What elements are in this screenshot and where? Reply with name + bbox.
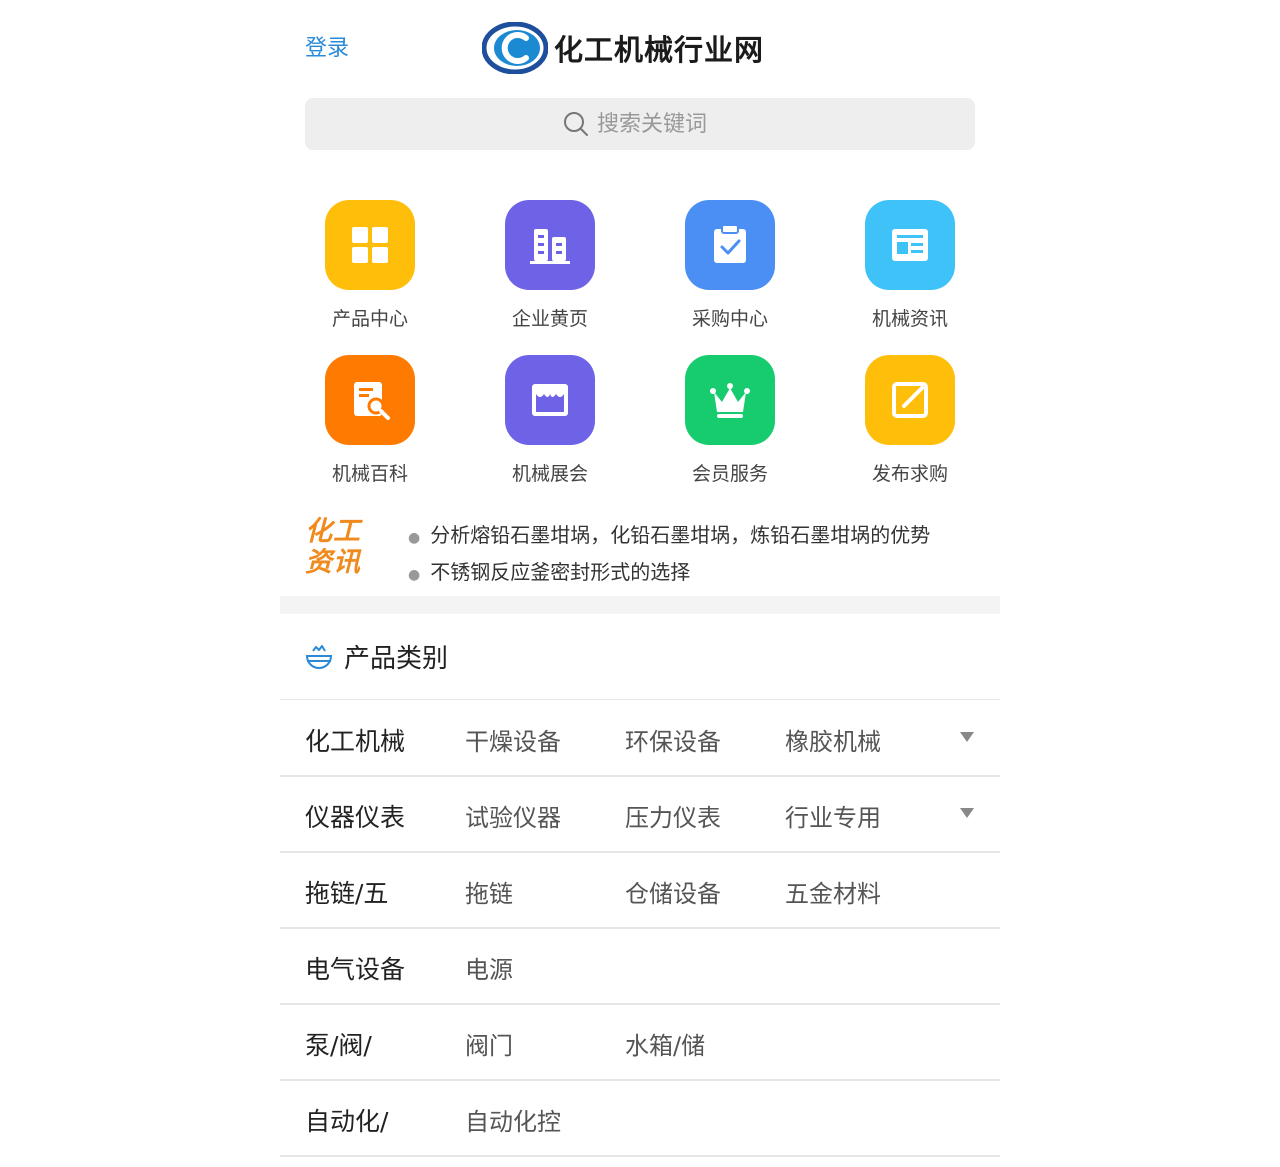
nav-tile: [325, 355, 415, 445]
news-badge-line: 资讯: [305, 547, 361, 578]
search-icon: [564, 112, 588, 136]
nav-item-label: 发布求购: [871, 463, 948, 485]
search-input[interactable]: [597, 111, 717, 137]
category-main[interactable]: 泵/阀/: [305, 1026, 372, 1062]
page: 登录 化工机械行业网 搜索关键词 产品中心 企业黄页 采购中心 机械资讯 机械百…: [280, 0, 1000, 1167]
nav-item-machinery-news[interactable]: 机械资讯: [820, 200, 1000, 331]
category-sub[interactable]: 拖链: [465, 874, 513, 909]
category-row: 泵/阀/ 阀门 水箱/储: [280, 1004, 1000, 1081]
news-icon: [892, 229, 928, 261]
clipboard-check-icon: [714, 224, 746, 263]
category-main[interactable]: 化工机械: [305, 722, 405, 758]
category-sub[interactable]: 干燥设备: [465, 722, 561, 757]
category-main[interactable]: 电气设备: [305, 950, 405, 986]
category-row: 仪器仪表 试验仪器 压力仪表 行业专用: [280, 776, 1000, 853]
category-main[interactable]: 自动化/: [305, 1102, 388, 1138]
category-sub[interactable]: 五金材料: [785, 874, 881, 909]
nav-tile: [865, 355, 955, 445]
document-search-icon: [354, 382, 390, 420]
nav-item-label: 机械展会: [511, 463, 588, 485]
nav-item-label: 会员服务: [691, 463, 768, 485]
nav-item-machinery-wiki[interactable]: 机械百科: [280, 355, 460, 486]
search-bar[interactable]: [305, 98, 975, 150]
news-item[interactable]: ● 不锈钢反应釜密封形式的选择: [408, 555, 978, 592]
nav-tile: [505, 200, 595, 290]
category-sub[interactable]: 行业专用: [785, 798, 881, 833]
nav-item-label: 机械资讯: [871, 308, 948, 330]
category-row: 化工机械 干燥设备 环保设备 橡胶机械: [280, 700, 1000, 777]
category-sub[interactable]: 电源: [465, 950, 513, 985]
nav-item-purchase-center[interactable]: 采购中心: [640, 200, 820, 331]
news-ticker: 化工 资讯 ● 分析熔铅石墨坩埚，化铅石墨坩埚，炼铅石墨坩埚的优势 ● 不锈钢反应釜…: [280, 510, 1000, 596]
news-list: ● 分析熔铅石墨坩埚，化铅石墨坩埚，炼铅石墨坩埚的优势 ● 不锈钢反应釜密封形式的选…: [408, 518, 978, 592]
building-icon: [530, 229, 570, 264]
nav-item-label: 机械百科: [331, 463, 408, 485]
nav-tile: [685, 355, 775, 445]
category-row: 自动化/ 自动化控: [280, 1080, 1000, 1157]
nav-tile: [865, 200, 955, 290]
nav-item-label: 产品中心: [331, 308, 408, 330]
news-badge-line: 化工: [305, 516, 361, 547]
news-item-title: 分析熔铅石墨坩埚，化铅石墨坩埚，炼铅石墨坩埚的优势: [430, 523, 931, 547]
edit-icon: [892, 382, 928, 418]
category-sub[interactable]: 试验仪器: [465, 798, 561, 833]
news-badge: 化工 资讯: [305, 516, 369, 578]
category-main[interactable]: 仪器仪表: [305, 798, 405, 834]
nav-tile: [505, 355, 595, 445]
bowl-icon: [305, 644, 333, 669]
grid-icon: [352, 227, 388, 263]
bullet-icon: ●: [408, 567, 421, 583]
chevron-down-icon[interactable]: [960, 732, 974, 742]
storefront-icon: [532, 384, 568, 416]
category-sub[interactable]: 自动化控: [465, 1102, 561, 1137]
bullet-icon: ●: [408, 530, 421, 546]
category-sub[interactable]: 压力仪表: [625, 798, 721, 833]
header: 登录 化工机械行业网: [280, 0, 1000, 95]
category-row: 拖链/五 拖链 仓储设备 五金材料: [280, 852, 1000, 929]
nav-item-label: 企业黄页: [511, 308, 588, 330]
category-header: 产品类别: [280, 614, 1000, 700]
news-item-title: 不锈钢反应釜密封形式的选择: [430, 560, 691, 584]
site-name: 化工机械行业网: [554, 33, 765, 67]
nav-item-product-center[interactable]: 产品中心: [280, 200, 460, 331]
category-sub[interactable]: 橡胶机械: [785, 722, 881, 757]
nav-item-post-purchase[interactable]: 发布求购: [820, 355, 1000, 486]
nav-tile: [325, 200, 415, 290]
logo-icon: [482, 22, 548, 74]
category-sub[interactable]: 环保设备: [625, 722, 721, 757]
category-sub[interactable]: 仓储设备: [625, 874, 721, 909]
nav-item-company-pages[interactable]: 企业黄页: [460, 200, 640, 331]
nav-item-machinery-expo[interactable]: 机械展会: [460, 355, 640, 486]
login-link[interactable]: 登录: [305, 30, 349, 62]
category-main[interactable]: 拖链/五: [305, 874, 388, 910]
nav-item-label: 采购中心: [691, 308, 768, 330]
category-row: 电气设备 电源: [280, 928, 1000, 1005]
category-sub[interactable]: 阀门: [465, 1026, 513, 1061]
nav-tile: [685, 200, 775, 290]
chevron-down-icon[interactable]: [960, 808, 974, 818]
crown-icon: [710, 383, 750, 418]
section-divider: [280, 596, 1000, 614]
category-sub[interactable]: 水箱/储: [625, 1026, 705, 1061]
category-title: 产品类别: [344, 644, 449, 674]
site-logo[interactable]: 化工机械行业网: [482, 22, 764, 74]
news-item[interactable]: ● 分析熔铅石墨坩埚，化铅石墨坩埚，炼铅石墨坩埚的优势: [408, 518, 978, 555]
nav-item-member-service[interactable]: 会员服务: [640, 355, 820, 486]
